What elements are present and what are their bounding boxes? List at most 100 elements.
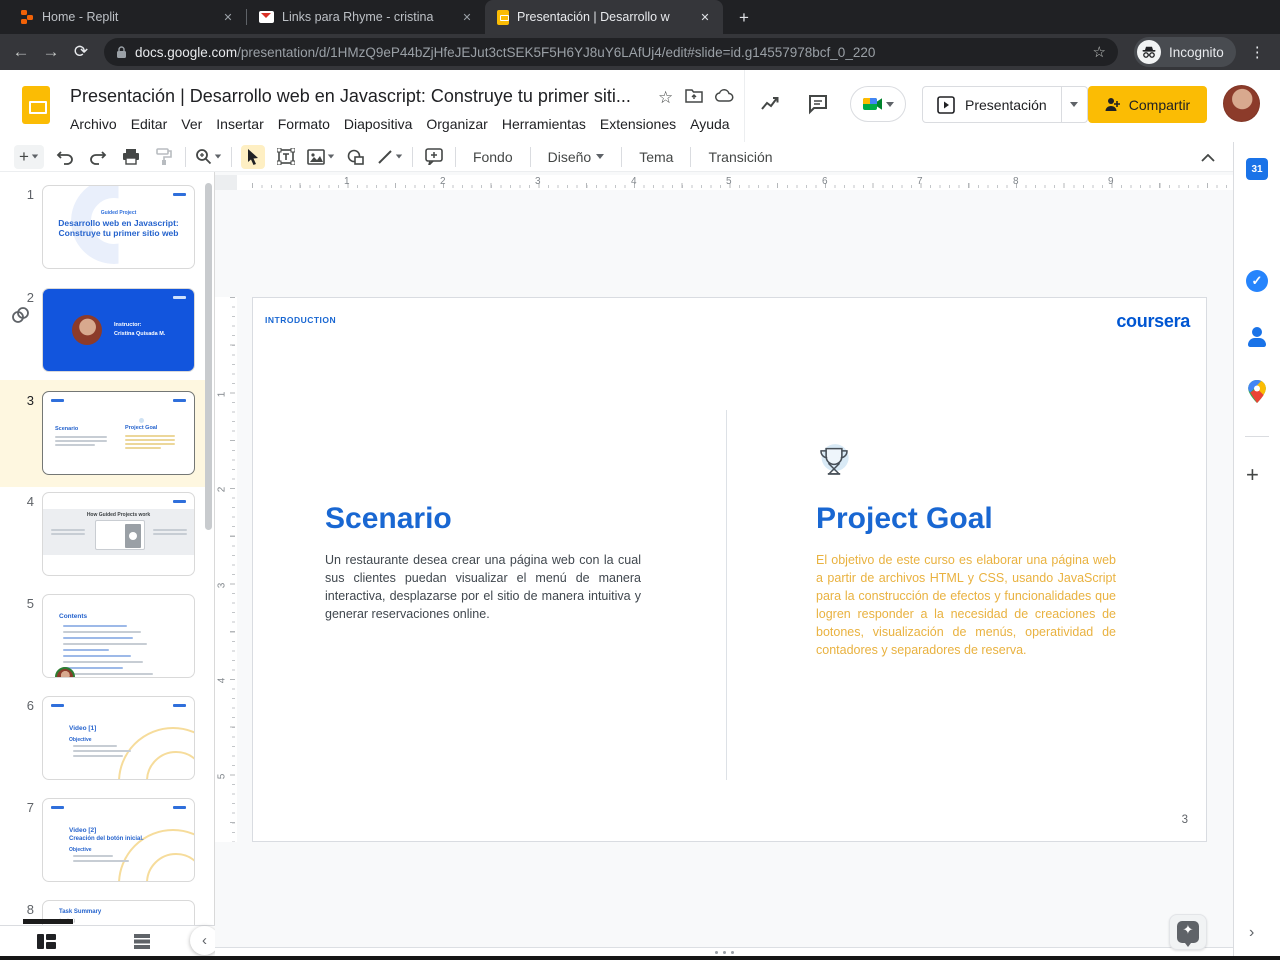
zoom-button[interactable] bbox=[195, 145, 222, 169]
speaker-notes-handle-bar[interactable] bbox=[215, 947, 1233, 956]
scenario-title[interactable]: Scenario bbox=[325, 501, 641, 537]
thumb-dash bbox=[51, 399, 64, 402]
project-goal-textbox[interactable]: Project Goal El objetivo de este curso e… bbox=[816, 443, 1116, 659]
paint-format-button[interactable] bbox=[152, 145, 176, 169]
goal-body[interactable]: El objetivo de este curso es elaborar un… bbox=[816, 551, 1116, 659]
select-tool-button[interactable] bbox=[240, 144, 265, 169]
expand-sidebar-chevron[interactable]: › bbox=[1249, 924, 1254, 942]
new-slide-caret[interactable] bbox=[31, 154, 39, 159]
new-slide-button[interactable]: + bbox=[14, 144, 44, 169]
menu-organizar[interactable]: Organizar bbox=[426, 116, 487, 132]
forward-button[interactable]: → bbox=[36, 42, 66, 62]
tab-presentacion-active[interactable]: Presentación | Desarrollo w ✕ bbox=[485, 0, 723, 34]
menu-diapositiva[interactable]: Diapositiva bbox=[344, 116, 412, 132]
notes-drag-handle[interactable] bbox=[715, 951, 734, 954]
ruler-corner bbox=[215, 175, 237, 190]
move-to-folder-icon[interactable] bbox=[685, 88, 703, 108]
menu-formato[interactable]: Formato bbox=[278, 116, 330, 132]
incognito-badge: Incognito bbox=[1134, 37, 1236, 67]
tab-title: Links para Rhyme - cristina bbox=[282, 10, 434, 24]
collapse-menus-chevron[interactable] bbox=[1196, 146, 1220, 170]
zoom-caret[interactable] bbox=[214, 154, 222, 159]
slide-eyebrow[interactable]: INTRODUCTION bbox=[265, 315, 336, 325]
slide-thumbnail-2[interactable]: Instructor: Cristina Quisada M. bbox=[42, 288, 195, 372]
scenario-textbox[interactable]: Scenario Un restaurante desea crear una … bbox=[325, 501, 641, 623]
tab-title: Home - Replit bbox=[42, 10, 119, 24]
insert-line-button[interactable] bbox=[377, 145, 403, 169]
grid-view-icon[interactable] bbox=[134, 934, 150, 949]
slide-thumbnail-3-selected[interactable]: Scenario Project Goal bbox=[42, 391, 195, 475]
image-caret[interactable] bbox=[327, 154, 335, 159]
background-button[interactable]: Fondo bbox=[465, 149, 521, 165]
ruler-number: 5 bbox=[216, 773, 228, 780]
slide-thumbnail-6[interactable]: Video [1] Objective bbox=[42, 696, 195, 780]
add-addon-button[interactable]: + bbox=[1246, 464, 1259, 486]
slide-editor-surface[interactable]: INTRODUCTION coursera Scenario Un restau… bbox=[252, 297, 1207, 842]
reload-button[interactable]: ⟳ bbox=[66, 42, 96, 62]
slide-thumbnail-1[interactable]: Guided Project Desarrollo web en Javascr… bbox=[42, 185, 195, 269]
menu-ayuda[interactable]: Ayuda bbox=[690, 116, 729, 132]
layout-button[interactable]: Diseño bbox=[540, 149, 613, 165]
present-button[interactable]: Presentación bbox=[923, 87, 1061, 122]
insert-image-button[interactable] bbox=[307, 145, 335, 169]
comment-history-icon[interactable] bbox=[806, 92, 830, 116]
scenario-body[interactable]: Un restaurante desea crear una página we… bbox=[325, 551, 641, 623]
calendar-icon[interactable]: 31 bbox=[1246, 158, 1268, 180]
document-title[interactable]: Presentación | Desarrollo web en Javascr… bbox=[70, 86, 631, 107]
share-button[interactable]: Compartir bbox=[1088, 86, 1207, 123]
slide-thumbnail-4[interactable]: How Guided Projects work bbox=[42, 492, 195, 576]
slide-thumbnail-7[interactable]: Video [2] Creación del botón inicial. Ob… bbox=[42, 798, 195, 882]
google-meet-button[interactable] bbox=[850, 86, 906, 122]
horizontal-ruler: 1 2 3 4 5 6 7 8 9 bbox=[237, 175, 1233, 190]
present-options-caret[interactable] bbox=[1060, 87, 1087, 122]
goal-title[interactable]: Project Goal bbox=[816, 501, 1116, 537]
bookmark-star-icon[interactable]: ☆ bbox=[1093, 43, 1106, 61]
print-button[interactable] bbox=[119, 145, 143, 169]
render-artifact-bar bbox=[23, 919, 73, 924]
screen-bottom-edge bbox=[0, 956, 1280, 960]
title-action-icons: ☆ bbox=[658, 88, 734, 108]
filmstrip-scrollbar[interactable] bbox=[205, 183, 212, 530]
incognito-label: Incognito bbox=[1169, 44, 1224, 60]
tab-links-rhyme[interactable]: Links para Rhyme - cristina ✕ bbox=[247, 0, 485, 34]
insert-shape-button[interactable] bbox=[344, 145, 368, 169]
tab-close-icon[interactable]: ✕ bbox=[220, 9, 236, 25]
ruler-number: 6 bbox=[822, 176, 828, 187]
maps-icon[interactable] bbox=[1246, 380, 1268, 403]
menu-herramientas[interactable]: Herramientas bbox=[502, 116, 586, 132]
ruler-number: 8 bbox=[1013, 176, 1019, 187]
present-play-icon bbox=[937, 95, 955, 114]
tab-home-replit[interactable]: Home - Replit ✕ bbox=[8, 0, 246, 34]
thumb3-goal: Project Goal bbox=[125, 418, 175, 449]
text-box-button[interactable] bbox=[274, 145, 298, 169]
menu-archivo[interactable]: Archivo bbox=[70, 116, 117, 132]
activity-stats-icon[interactable] bbox=[758, 92, 782, 116]
back-button[interactable]: ← bbox=[6, 42, 36, 62]
transition-button[interactable]: Transición bbox=[700, 149, 780, 165]
redo-button[interactable] bbox=[86, 145, 110, 169]
insert-comment-button[interactable] bbox=[422, 145, 446, 169]
menu-extensiones[interactable]: Extensiones bbox=[600, 116, 676, 132]
thumb1-eyebrow: Guided Project bbox=[100, 210, 137, 216]
line-caret[interactable] bbox=[395, 154, 403, 159]
browser-menu-icon[interactable]: ⋮ bbox=[1250, 43, 1265, 61]
google-slides-logo[interactable] bbox=[22, 86, 50, 124]
menu-editar[interactable]: Editar bbox=[131, 116, 168, 132]
tab-close-icon[interactable]: ✕ bbox=[459, 9, 475, 25]
undo-button[interactable] bbox=[53, 145, 77, 169]
tab-close-icon[interactable]: ✕ bbox=[697, 9, 713, 25]
trophy-icon bbox=[816, 443, 1116, 479]
star-document-icon[interactable]: ☆ bbox=[658, 88, 673, 108]
cloud-status-icon[interactable] bbox=[715, 88, 734, 108]
theme-button[interactable]: Tema bbox=[631, 149, 681, 165]
explore-button[interactable] bbox=[1169, 914, 1207, 950]
ruler-ticks bbox=[252, 183, 1231, 188]
new-tab-button[interactable]: + bbox=[731, 5, 757, 31]
slide-thumbnail-5[interactable]: Contents bbox=[42, 594, 195, 678]
url-omnibox[interactable]: docs.google.com/presentation/d/1HMzQ9eP4… bbox=[104, 38, 1118, 66]
tasks-icon[interactable]: ✓ bbox=[1246, 270, 1268, 292]
menu-ver[interactable]: Ver bbox=[181, 116, 202, 132]
filmstrip-view-icon[interactable] bbox=[37, 934, 56, 949]
account-avatar[interactable] bbox=[1223, 85, 1260, 122]
menu-insertar[interactable]: Insertar bbox=[216, 116, 263, 132]
